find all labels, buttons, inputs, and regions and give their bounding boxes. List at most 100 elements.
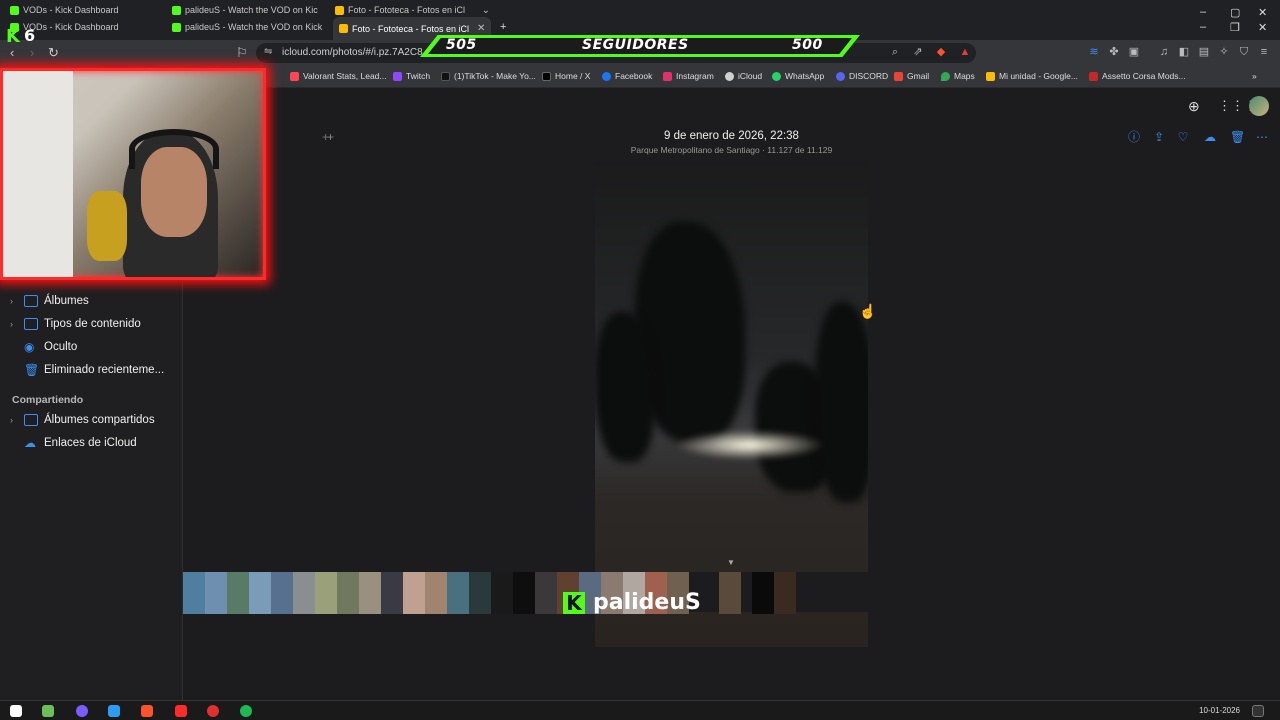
reload-icon[interactable]: ↻ xyxy=(48,45,59,61)
delete-trash-icon[interactable]: 🗑 xyxy=(1230,130,1245,144)
album-icon xyxy=(24,295,38,307)
restore-icon[interactable]: ❐ xyxy=(1230,21,1240,34)
filmstrip-thumb-current[interactable] xyxy=(719,572,741,614)
bookmark-whatsapp[interactable]: WhatsApp xyxy=(772,71,824,81)
filmstrip-thumb[interactable] xyxy=(535,572,557,614)
filmstrip-thumb[interactable] xyxy=(359,572,381,614)
chevron-right-icon[interactable]: › xyxy=(10,319,18,329)
share-icon[interactable]: ⇪ xyxy=(1152,130,1166,144)
bookmark-label: Maps xyxy=(954,71,975,81)
bookmark-maps[interactable]: Maps xyxy=(941,71,975,81)
taskbar-app-icon[interactable] xyxy=(76,705,88,717)
close-window-icon-2[interactable]: ✕ xyxy=(1258,21,1267,34)
bookmark-discord[interactable]: DISCORD xyxy=(836,71,888,81)
filmstrip-thumb[interactable] xyxy=(271,572,293,614)
chevron-right-icon[interactable]: › xyxy=(10,415,18,425)
favorite-heart-icon[interactable]: ♡ xyxy=(1176,130,1190,144)
sidebar-item-albumes[interactable]: › Álbumes xyxy=(10,291,89,311)
filmstrip-thumb[interactable] xyxy=(249,572,271,614)
filmstrip-thumb[interactable] xyxy=(491,572,513,614)
chevron-down-icon[interactable]: ⌄ xyxy=(478,5,490,16)
brave-shield-icon[interactable]: ◆ xyxy=(935,46,947,58)
sidebar-item-eliminado[interactable]: 🗑 Eliminado recienteme... xyxy=(10,360,164,380)
minimize-icon[interactable]: – xyxy=(1200,6,1206,18)
bookmark-label: Twitch xyxy=(406,71,431,81)
bookmark-tiktok[interactable]: (1)TikTok - Make Yo... xyxy=(441,71,536,81)
bookmark-facebook[interactable]: Facebook xyxy=(602,71,652,81)
filmstrip-thumb[interactable] xyxy=(447,572,469,614)
filmstrip-thumb[interactable] xyxy=(183,572,205,614)
music-icon[interactable]: ♫ xyxy=(1158,46,1170,58)
sidebar-item-enlaces[interactable]: ☁ Enlaces de iCloud xyxy=(10,433,137,453)
taskbar-app-icon[interactable] xyxy=(108,705,120,717)
chevron-right-icon[interactable]: › xyxy=(10,296,18,306)
close-window-icon[interactable]: ✕ xyxy=(1258,6,1267,19)
media-types-icon xyxy=(24,318,38,330)
info-icon[interactable]: ⓘ xyxy=(1127,130,1141,144)
filmstrip-thumb[interactable] xyxy=(774,572,796,614)
site-info-icon[interactable]: ⇋ xyxy=(264,46,272,57)
maximize-icon[interactable]: ▢ xyxy=(1230,6,1240,19)
bookmark-drive[interactable]: Mi unidad - Google... xyxy=(986,71,1078,81)
filmstrip-thumb[interactable] xyxy=(752,572,774,614)
sidebar-item-tipos[interactable]: › Tipos de contenido xyxy=(10,314,141,334)
menu-icon[interactable]: ≡ xyxy=(1258,46,1270,58)
new-tab-icon[interactable]: + xyxy=(500,21,506,33)
followers-goal-bar: 505 SEGUIDORES 500 xyxy=(420,35,860,57)
taskbar-app-icon[interactable] xyxy=(175,705,187,717)
bookmark-instagram[interactable]: Instagram xyxy=(663,71,714,81)
download-icon[interactable]: ☁ xyxy=(1203,130,1217,144)
spotify-icon[interactable] xyxy=(240,705,252,717)
bookmark-twitch[interactable]: Twitch xyxy=(393,71,430,81)
bookmark-gmail[interactable]: Gmail xyxy=(894,71,929,81)
filmstrip-thumb[interactable] xyxy=(425,572,447,614)
filmstrip-thumb[interactable] xyxy=(469,572,491,614)
extensions-icon[interactable]: ✤ xyxy=(1108,46,1120,58)
filmstrip-thumb[interactable] xyxy=(337,572,359,614)
add-icon[interactable]: + xyxy=(327,130,334,144)
discord-icon xyxy=(836,71,845,81)
brave-rewards-icon[interactable]: ▲ xyxy=(959,46,971,58)
filmstrip-thumb[interactable] xyxy=(205,572,227,614)
sidebar-toggle-icon[interactable]: ◧ xyxy=(1178,46,1190,58)
bookmark-icon[interactable]: ⚐ xyxy=(236,45,248,61)
photo-filmstrip[interactable]: ▼ xyxy=(183,558,1280,614)
forward-icon[interactable]: › xyxy=(30,45,34,60)
close-icon[interactable]: ✕ xyxy=(473,23,485,34)
filmstrip-thumb[interactable] xyxy=(403,572,425,614)
brave-taskbar-icon[interactable] xyxy=(141,705,153,717)
sidebar-item-albumes-compartidos[interactable]: › Álbumes compartidos xyxy=(10,410,155,430)
notification-icon[interactable] xyxy=(1252,705,1264,717)
filmstrip-thumb[interactable] xyxy=(315,572,337,614)
icloud-favicon-icon xyxy=(335,5,344,15)
bookmark-label: DISCORD xyxy=(849,71,889,81)
bookmark-assetto[interactable]: Assetto Corsa Mods... xyxy=(1089,71,1186,81)
bookmark-valorant[interactable]: Valorant Stats, Lead... xyxy=(290,71,386,81)
filmstrip-thumb[interactable] xyxy=(513,572,535,614)
sidebar-item-oculto[interactable]: ◉ Oculto xyxy=(10,337,77,357)
minimize-icon-2[interactable]: – xyxy=(1200,21,1206,33)
tab-label: Foto - Fototeca - Fotos en iCl xyxy=(348,5,466,15)
taskbar-app-icon[interactable] xyxy=(42,705,54,717)
bookmark-label: Instagram xyxy=(676,71,714,81)
tab-label: VODs - Kick Dashboard xyxy=(23,5,119,15)
back-icon[interactable]: ‹ xyxy=(10,45,14,60)
leo-ai-icon[interactable]: ✧ xyxy=(1218,46,1230,58)
tab-search-icon[interactable]: ▣ xyxy=(1128,46,1140,58)
more-options-icon[interactable]: ⋯ xyxy=(1255,130,1269,144)
filmstrip-thumb[interactable] xyxy=(293,572,315,614)
more-bookmarks-icon[interactable]: » xyxy=(1252,71,1257,81)
start-icon[interactable] xyxy=(10,705,22,717)
bookmark-icloud[interactable]: iCloud xyxy=(725,71,762,81)
filmstrip-thumb[interactable] xyxy=(381,572,403,614)
media-icon[interactable]: ≋ xyxy=(1088,46,1100,58)
filmstrip-thumb[interactable] xyxy=(227,572,249,614)
share-icon[interactable]: ⇗ xyxy=(912,46,924,58)
taskbar-app-icon[interactable] xyxy=(207,705,219,717)
zoom-icon[interactable]: ⌕ xyxy=(889,46,901,58)
bookmark-x[interactable]: Home / X xyxy=(542,71,590,81)
vpn-icon[interactable]: ⛉ xyxy=(1238,46,1250,58)
tab-palideus-vod[interactable]: palideuS - Watch the VOD on Kick ✕ xyxy=(172,17,327,37)
close-icon[interactable]: ✕ xyxy=(326,22,327,33)
wallet-icon[interactable]: ▤ xyxy=(1198,46,1210,58)
